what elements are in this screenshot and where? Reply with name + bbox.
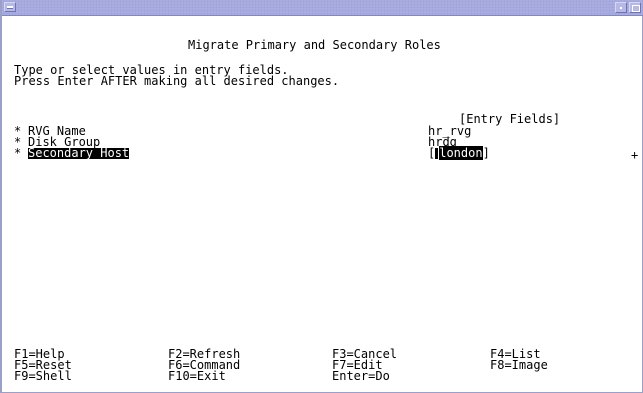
field-secondary-host-value[interactable]: london [439,146,483,160]
entry-fields-header: [Entry Fields] [459,112,561,126]
list-indicator[interactable]: + [631,149,638,161]
field-secondary-host-input[interactable]: [london] [428,146,490,160]
minimize-icon[interactable] [615,2,627,13]
window-menu-bar [7,6,13,9]
maximize-icon[interactable] [629,2,641,13]
field-secondary-host-marker: * [14,146,22,160]
screen-title: Migrate Primary and Secondary Roles [188,38,441,52]
window-titlebar[interactable] [2,0,643,16]
instruction-line-2: Press Enter AFTER making all desired cha… [14,74,340,88]
text-cursor [435,148,439,159]
terminal-window: Migrate Primary and Secondary Roles Type… [0,0,643,393]
maximize-box [632,5,640,12]
fkey-enter-do[interactable]: Enter=Do [332,370,390,382]
fkey-exit[interactable]: F10=Exit [168,370,226,382]
bracket-close: ] [482,146,490,160]
bracket-open: [ [428,146,436,160]
minimize-dot [620,7,622,9]
smit-screen: Migrate Primary and Secondary Roles Type… [14,0,638,385]
field-secondary-host-label[interactable]: Secondary Host [28,147,130,159]
fkey-shell[interactable]: F9=Shell [14,370,72,382]
fkey-image[interactable]: F8=Image [490,359,548,371]
